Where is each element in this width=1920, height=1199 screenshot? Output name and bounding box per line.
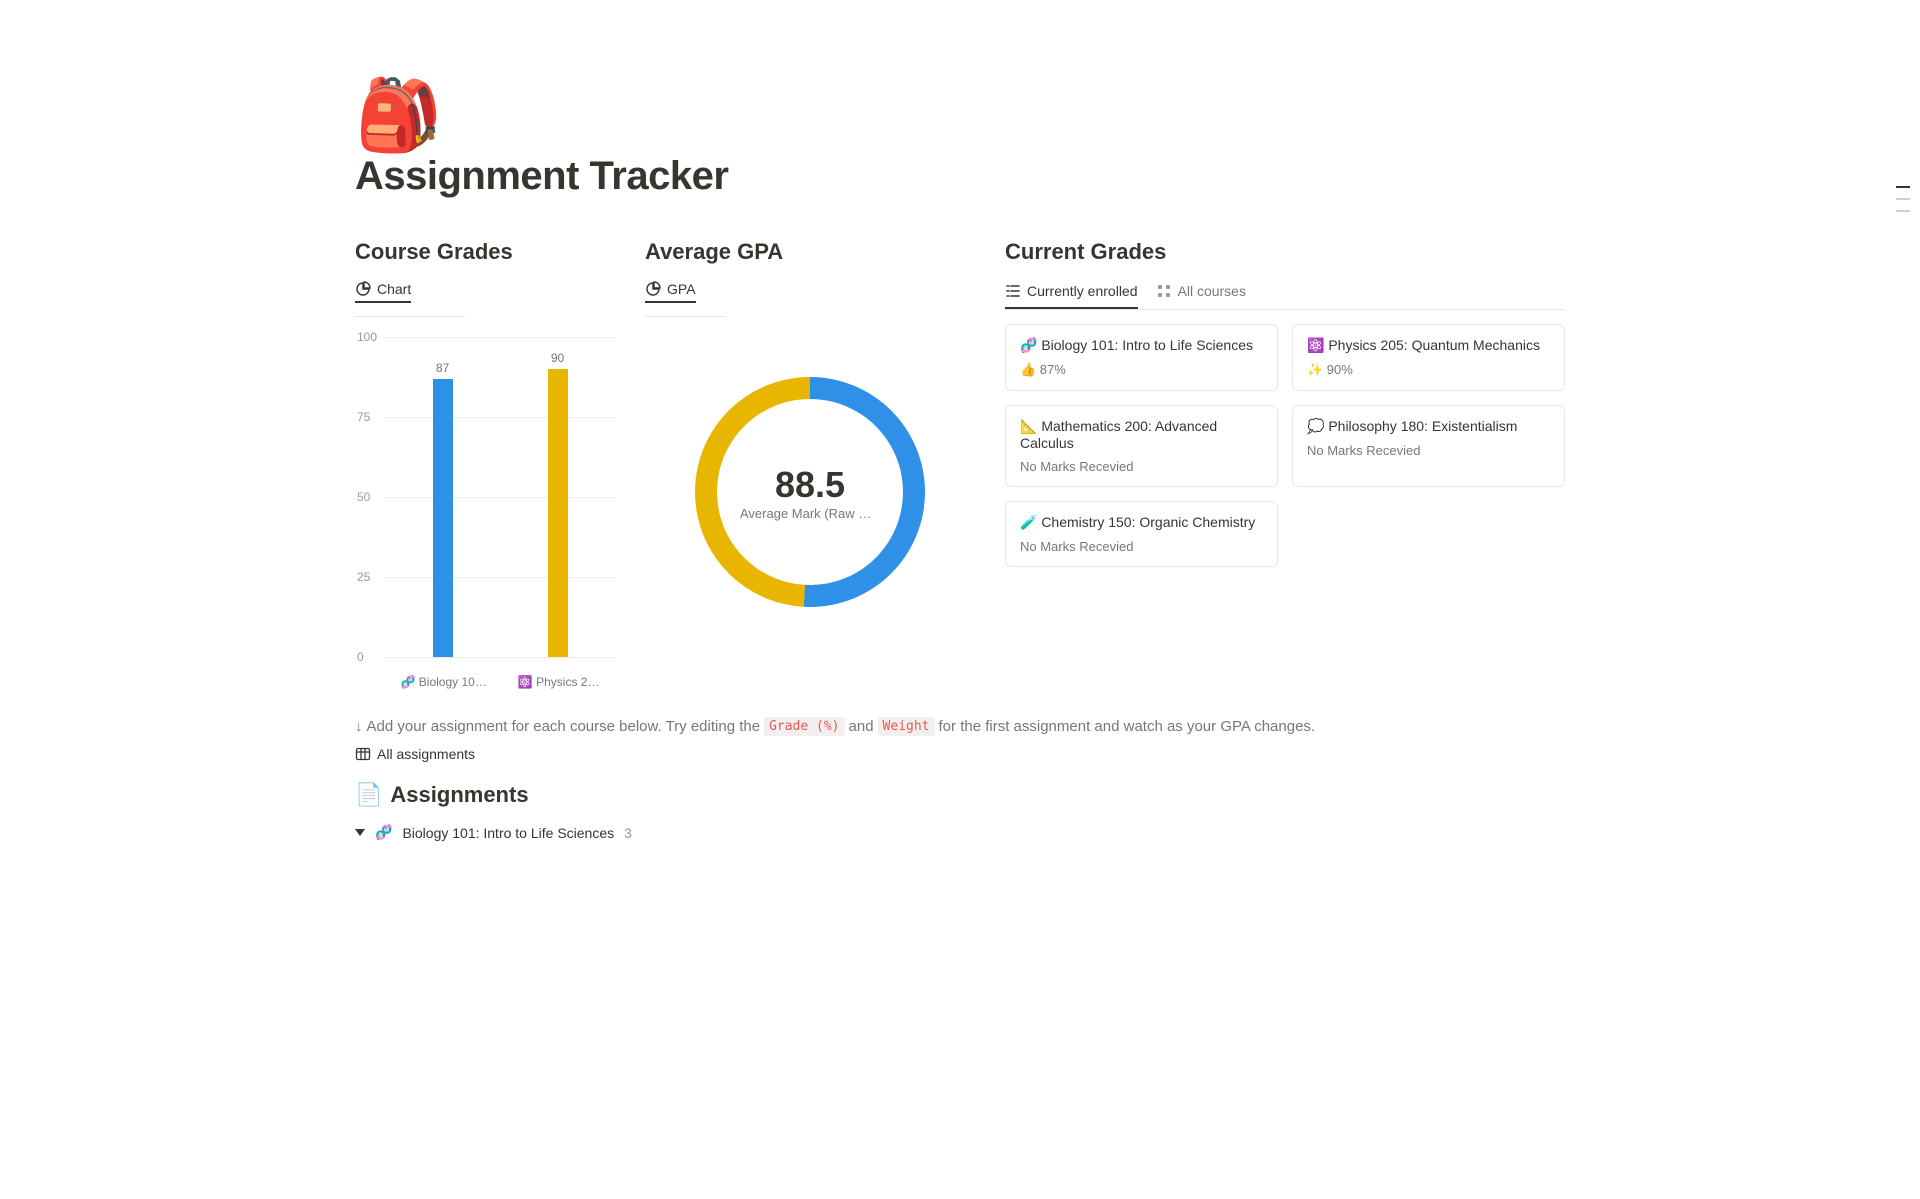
course-card-grade: No Marks Recevied <box>1307 443 1550 458</box>
course-card-title: 💭 Philosophy 180: Existentialism <box>1307 418 1550 435</box>
group-count: 3 <box>624 825 632 841</box>
hint-text: ↓ Add your assignment for each course be… <box>355 717 1565 736</box>
tab-chart-label: Chart <box>377 281 411 297</box>
view-all-assignments-label: All assignments <box>377 746 475 762</box>
tab-currently-enrolled-label: Currently enrolled <box>1027 283 1138 299</box>
grid-icon <box>1156 283 1172 299</box>
assignment-group-row[interactable]: 🧬 Biology 101: Intro to Life Sciences 3 <box>355 824 1565 841</box>
gpa-caption: Average Mark (Raw Nu… <box>740 506 880 521</box>
course-card[interactable]: 📐 Mathematics 200: Advanced Calculus No M… <box>1005 405 1278 487</box>
tab-all-courses-label: All courses <box>1178 283 1246 299</box>
gpa-donut-chart: 88.5 Average Mark (Raw Nu… <box>695 377 925 607</box>
hint-arrow: ↓ <box>355 718 363 735</box>
tab-gpa-label: GPA <box>667 281 696 297</box>
gpa-icon <box>645 281 661 297</box>
page-doc-icon: 📄 <box>355 782 382 808</box>
collapse-toggle-icon[interactable] <box>355 829 365 836</box>
course-card[interactable]: 💭 Philosophy 180: Existentialism No Marks… <box>1292 405 1565 487</box>
course-card-title: ⚛️ Physics 205: Quantum Mechanics <box>1307 337 1550 354</box>
tab-gpa[interactable]: GPA <box>645 277 696 303</box>
course-card-grade: No Marks Recevied <box>1020 459 1263 474</box>
bar[interactable]: 87 <box>433 379 453 657</box>
course-grades-section: Course Grades Chart 02550751008790 🧬 Bio… <box>355 239 615 687</box>
legend-item: ⚛️ Physics 2… <box>518 675 600 689</box>
chart-icon <box>355 281 371 297</box>
group-name: Biology 101: Intro to Life Sciences <box>402 825 614 841</box>
course-card[interactable]: 🧬 Biology 101: Intro to Life Sciences 👍 8… <box>1005 324 1278 391</box>
course-card-title: 📐 Mathematics 200: Advanced Calculus <box>1020 418 1263 451</box>
current-grades-heading: Current Grades <box>1005 239 1565 265</box>
gpa-value: 88.5 <box>740 464 880 506</box>
bar[interactable]: 90 <box>548 369 568 657</box>
course-card[interactable]: 🧪 Chemistry 150: Organic Chemistry No Mar… <box>1005 501 1278 567</box>
course-grades-chart: 02550751008790 🧬 Biology 10…⚛️ Physics 2… <box>355 337 615 687</box>
course-card-grade: No Marks Recevied <box>1020 539 1263 554</box>
page-title: Assignment Tracker <box>355 154 1565 199</box>
tab-currently-enrolled[interactable]: Currently enrolled <box>1005 277 1138 309</box>
list-icon <box>1005 283 1021 299</box>
group-emoji: 🧬 <box>375 824 392 841</box>
code-grade: Grade (%) <box>764 717 844 736</box>
average-gpa-section: Average GPA GPA 88.5 Average Mark (Raw N… <box>645 239 975 687</box>
code-weight: Weight <box>878 717 935 736</box>
legend-item: 🧬 Biology 10… <box>401 675 487 689</box>
course-card-grade: ✨ 90% <box>1307 362 1550 378</box>
current-grades-section: Current Grades Currently enrolled All co… <box>1005 239 1565 687</box>
tab-all-courses[interactable]: All courses <box>1156 277 1246 309</box>
course-card-title: 🧪 Chemistry 150: Organic Chemistry <box>1020 514 1263 531</box>
course-grades-heading: Course Grades <box>355 239 615 265</box>
course-card-grade: 👍 87% <box>1020 362 1263 378</box>
page-icon[interactable]: 🎒 <box>355 80 1565 150</box>
course-card-title: 🧬 Biology 101: Intro to Life Sciences <box>1020 337 1263 354</box>
tab-chart[interactable]: Chart <box>355 277 411 303</box>
page-scroll-indicator <box>1896 186 1910 212</box>
average-gpa-heading: Average GPA <box>645 239 975 265</box>
view-all-assignments[interactable]: All assignments <box>355 746 1565 762</box>
assignments-heading: 📄 Assignments <box>355 782 1565 808</box>
course-card[interactable]: ⚛️ Physics 205: Quantum Mechanics ✨ 90% <box>1292 324 1565 391</box>
